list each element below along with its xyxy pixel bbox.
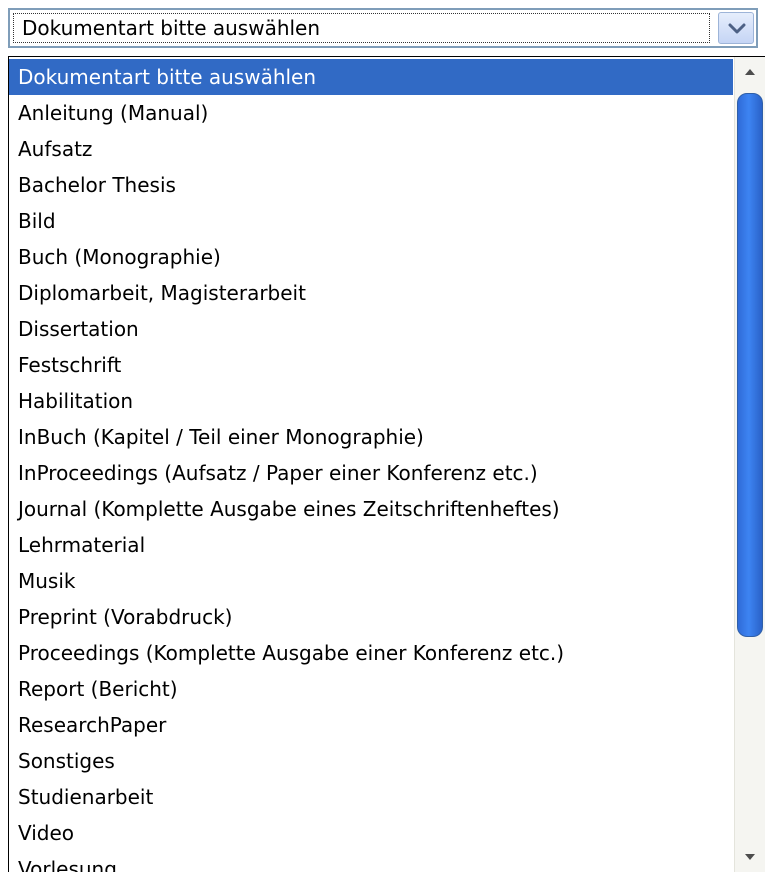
option-lehrmaterial[interactable]: Lehrmaterial [9, 527, 733, 563]
scroll-down-button[interactable] [735, 842, 765, 872]
triangle-down-icon [745, 854, 755, 860]
option-studienarbeit[interactable]: Studienarbeit [9, 779, 733, 815]
option-buch[interactable]: Buch (Monographie) [9, 239, 733, 275]
option-sonstiges[interactable]: Sonstiges [9, 743, 733, 779]
option-journal[interactable]: Journal (Komplette Ausgabe eines Zeitsch… [9, 491, 733, 527]
option-vorlesung[interactable]: Vorlesung [9, 851, 733, 872]
option-festschrift[interactable]: Festschrift [9, 347, 733, 383]
list-scrollbar[interactable] [734, 57, 765, 872]
option-bild[interactable]: Bild [9, 203, 733, 239]
option-anleitung[interactable]: Anleitung (Manual) [9, 95, 733, 131]
option-bachelor-thesis[interactable]: Bachelor Thesis [9, 167, 733, 203]
scroll-up-button[interactable] [735, 57, 765, 87]
dropdown-toggle-button[interactable] [718, 12, 754, 44]
option-aufsatz[interactable]: Aufsatz [9, 131, 733, 167]
option-diplomarbeit[interactable]: Diplomarbeit, Magisterarbeit [9, 275, 733, 311]
select-current-value: Dokumentart bitte auswählen [22, 16, 321, 40]
document-type-options-list[interactable]: Dokumentart bitte auswählen Anleitung (M… [8, 56, 765, 872]
option-preprint[interactable]: Preprint (Vorabdruck) [9, 599, 733, 635]
option-musik[interactable]: Musik [9, 563, 733, 599]
option-proceedings[interactable]: Proceedings (Komplette Ausgabe einer Kon… [9, 635, 733, 671]
option-inproceedings[interactable]: InProceedings (Aufsatz / Paper einer Kon… [9, 455, 733, 491]
option-researchpaper[interactable]: ResearchPaper [9, 707, 733, 743]
document-type-select[interactable]: Dokumentart bitte auswählen [8, 8, 758, 48]
option-report[interactable]: Report (Bericht) [9, 671, 733, 707]
option-dokumentart-bitte-auswaehlen[interactable]: Dokumentart bitte auswählen [9, 59, 733, 95]
option-dissertation[interactable]: Dissertation [9, 311, 733, 347]
triangle-up-icon [745, 69, 755, 75]
chevron-down-icon [728, 23, 746, 34]
option-habilitation[interactable]: Habilitation [9, 383, 733, 419]
option-video[interactable]: Video [9, 815, 733, 851]
scroll-thumb[interactable] [737, 93, 763, 637]
option-inbuch[interactable]: InBuch (Kapitel / Teil einer Monographie… [9, 419, 733, 455]
